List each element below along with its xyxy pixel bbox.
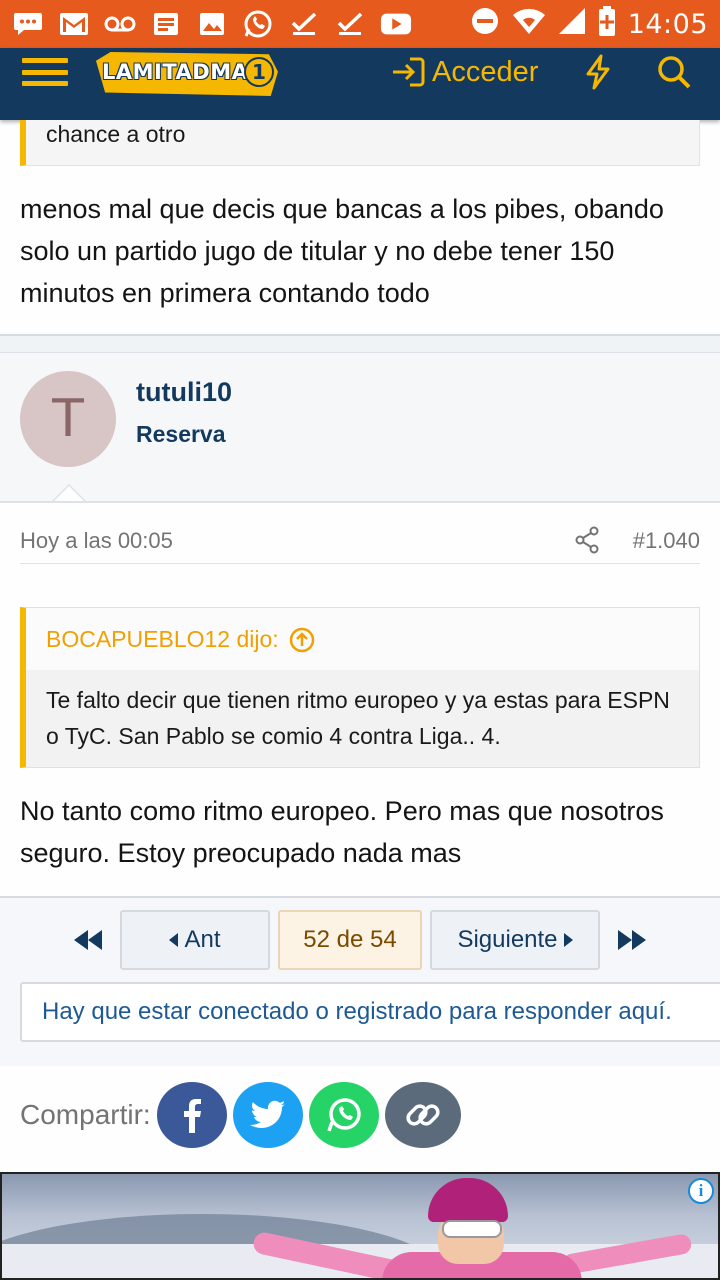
- post-user-block: T tutuli10 Reserva: [0, 352, 720, 503]
- app-header: LAMITADMAS 1 Acceder: [0, 48, 720, 120]
- login-label: Acceder: [432, 55, 539, 88]
- quote-block: BOCAPUEBLO12 dijo: Te falto decir que ti…: [20, 607, 700, 768]
- advertisement-banner[interactable]: i: [0, 1172, 720, 1280]
- facebook-icon: [183, 1099, 201, 1133]
- wifi-icon: [512, 7, 546, 42]
- check-icon: [288, 9, 320, 39]
- voicemail-icon: [104, 9, 136, 39]
- whatsapp-share-button[interactable]: [308, 1082, 379, 1148]
- quote-author: BOCAPUEBLO12 dijo:: [46, 626, 279, 652]
- search-icon[interactable]: [656, 54, 692, 90]
- last-page-icon[interactable]: [614, 926, 650, 954]
- current-page-label: 52 de 54: [303, 926, 397, 953]
- next-page-button[interactable]: Siguiente: [430, 910, 600, 970]
- dnd-icon: [470, 6, 500, 43]
- login-required-notice[interactable]: Hay que estar conectado o registrado par…: [20, 982, 720, 1042]
- whatsapp-icon: [327, 1098, 361, 1132]
- share-row: Compartir:: [20, 1082, 467, 1148]
- previous-quote-text: chance a otro: [46, 121, 186, 147]
- battery-icon: [598, 5, 616, 43]
- post-number[interactable]: #1.040: [633, 528, 700, 554]
- login-icon: [393, 57, 425, 87]
- copy-link-button[interactable]: [384, 1082, 461, 1148]
- previous-post-body: menos mal que decis que bancas a los pib…: [20, 194, 664, 308]
- post-gap: [0, 336, 720, 352]
- chat-icon: [12, 9, 44, 39]
- share-label: Compartir:: [20, 1099, 151, 1130]
- logo-text: LAMITADMAS: [102, 60, 264, 84]
- quote-text: Te falto decir que tienen ritmo europeo …: [26, 670, 699, 767]
- quote-author-link[interactable]: BOCAPUEBLO12 dijo:: [46, 626, 315, 653]
- signal-icon: [558, 7, 586, 42]
- ad-info-icon[interactable]: i: [688, 1178, 714, 1204]
- login-button[interactable]: Acceder: [390, 52, 538, 92]
- quote-header: BOCAPUEBLO12 dijo:: [26, 608, 699, 670]
- whats-new-icon[interactable]: [583, 54, 613, 90]
- post-meta: Hoy a las 00:05 #1.040: [20, 524, 700, 558]
- notification-icons: [12, 9, 412, 39]
- user-block-border: [0, 501, 720, 503]
- first-page-icon[interactable]: [70, 926, 106, 954]
- username[interactable]: tutuli10: [136, 377, 232, 408]
- system-icons: 14:05: [470, 5, 708, 43]
- facebook-share-button[interactable]: [156, 1082, 227, 1148]
- news-icon: [150, 9, 182, 39]
- logo-number: 1: [244, 57, 274, 87]
- link-icon: [406, 1104, 440, 1126]
- share-icon[interactable]: [574, 526, 600, 554]
- check-icon: [334, 9, 366, 39]
- image-icon: [196, 9, 228, 39]
- prev-page-label: Ant: [184, 926, 221, 953]
- status-bar: 14:05: [0, 0, 720, 48]
- user-title: Reserva: [136, 421, 226, 447]
- prev-page-button[interactable]: Ant: [120, 910, 270, 970]
- chevron-right-icon: [563, 933, 573, 947]
- twitter-share-button[interactable]: [232, 1082, 303, 1148]
- menu-icon[interactable]: [22, 52, 68, 92]
- chevron-left-icon: [169, 933, 179, 947]
- gmail-icon: [58, 9, 90, 39]
- whatsapp-icon: [242, 9, 274, 39]
- twitter-icon: [249, 1100, 285, 1128]
- meta-divider: [20, 563, 700, 564]
- post-date[interactable]: Hoy a las 00:05: [20, 528, 173, 554]
- site-logo[interactable]: LAMITADMAS 1: [96, 52, 278, 96]
- avatar[interactable]: T: [20, 371, 116, 467]
- next-page-label: Siguiente: [457, 926, 558, 953]
- page-selector[interactable]: 52 de 54: [278, 910, 422, 970]
- youtube-icon: [380, 9, 412, 39]
- previous-quote: chance a otro: [20, 120, 700, 166]
- clock: 14:05: [627, 8, 708, 40]
- post-body: No tanto como ritmo europeo. Pero mas qu…: [20, 796, 664, 868]
- arrow-up-circle-icon: [289, 627, 314, 652]
